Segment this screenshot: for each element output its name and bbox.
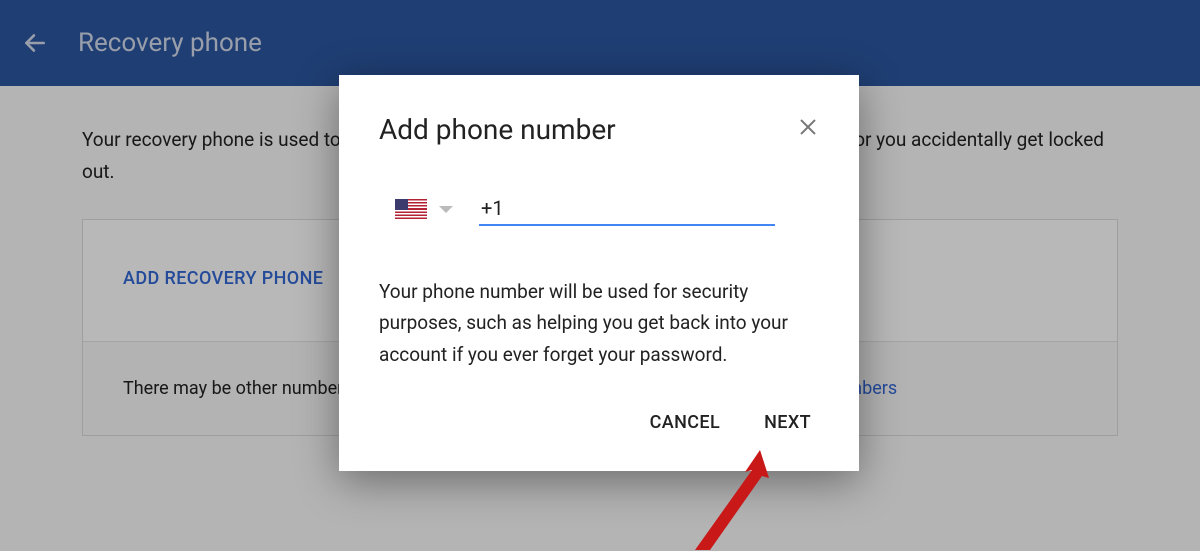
dialog-description: Your phone number will be used for secur…: [379, 276, 819, 370]
phone-number-input[interactable]: [479, 192, 775, 226]
close-icon[interactable]: [797, 116, 819, 144]
dialog-title: Add phone number: [379, 113, 616, 146]
chevron-down-icon[interactable]: [439, 206, 453, 213]
country-flag-icon[interactable]: [395, 199, 427, 219]
phone-input-row: [379, 192, 819, 226]
add-phone-dialog: Add phone number Your phone number will …: [339, 75, 859, 471]
next-button[interactable]: NEXT: [764, 412, 811, 433]
cancel-button[interactable]: CANCEL: [650, 412, 721, 433]
